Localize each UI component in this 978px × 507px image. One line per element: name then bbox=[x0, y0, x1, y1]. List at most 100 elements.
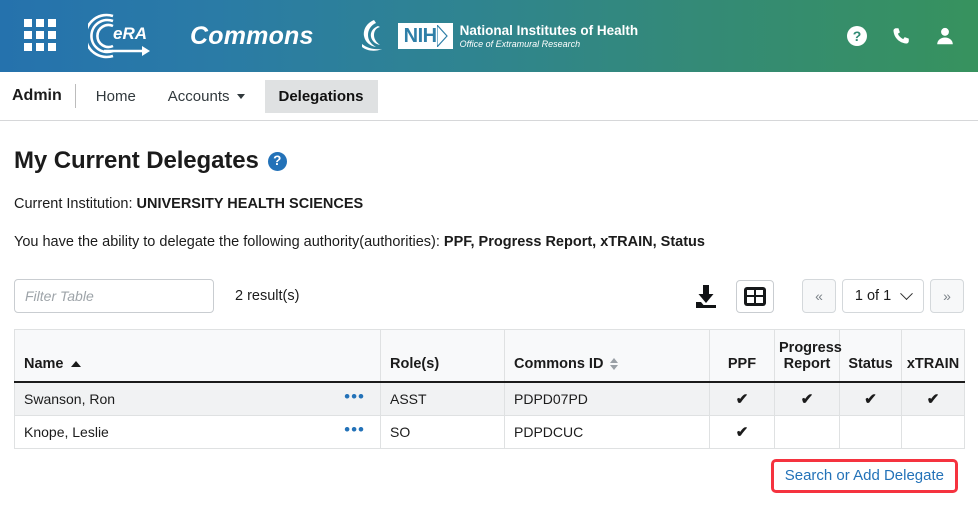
delegates-table-wrapper: Name Role(s) Commons ID bbox=[14, 329, 964, 449]
page-title-text: My Current Delegates bbox=[14, 147, 259, 175]
cell-xtrain bbox=[902, 415, 965, 448]
cell-roles: ASST bbox=[381, 382, 505, 416]
cell-commons-id: PDPDCUC bbox=[505, 415, 710, 448]
row-actions-menu-icon[interactable]: ••• bbox=[338, 392, 371, 406]
app-grid-cell bbox=[36, 31, 44, 39]
check-icon: ✔ bbox=[864, 391, 877, 408]
check-icon: ✔ bbox=[736, 424, 749, 441]
nih-chevron-icon bbox=[437, 25, 448, 47]
current-institution-value: UNIVERSITY HEALTH SCIENCES bbox=[137, 196, 364, 212]
grid-cell bbox=[756, 290, 763, 296]
column-header-xtrain-label: xTRAIN bbox=[907, 356, 959, 372]
svg-text:?: ? bbox=[853, 28, 862, 44]
column-header-ppf-label: PPF bbox=[728, 356, 756, 372]
cell-commons-id: PDPD07PD bbox=[505, 382, 710, 416]
cell-progress-report bbox=[775, 415, 840, 448]
app-grid-icon[interactable] bbox=[24, 19, 58, 53]
nav-item-delegations-label: Delegations bbox=[279, 88, 364, 105]
phone-icon[interactable] bbox=[890, 25, 912, 47]
delegable-authorities: You have the ability to delegate the fol… bbox=[14, 234, 964, 250]
app-grid-cell bbox=[36, 43, 44, 51]
filter-table-input[interactable] bbox=[14, 279, 214, 313]
result-count: 2 result(s) bbox=[235, 288, 299, 304]
main-content: My Current Delegates ? Current Instituti… bbox=[0, 147, 978, 493]
cell-status: ✔ bbox=[840, 382, 902, 416]
table-toolbar: 2 result(s) « 1 o bbox=[14, 279, 964, 313]
pagination-next-button[interactable]: » bbox=[930, 279, 964, 313]
nih-badge: NIH bbox=[398, 23, 453, 49]
check-icon: ✔ bbox=[801, 391, 814, 408]
delegable-authorities-value: PPF, Progress Report, xTRAIN, Status bbox=[444, 234, 705, 250]
nav-section-admin: Admin bbox=[6, 87, 75, 105]
column-header-ppf[interactable]: PPF bbox=[710, 330, 775, 382]
toolbar-actions: « 1 of 1 » bbox=[690, 279, 964, 313]
column-header-commons-id[interactable]: Commons ID bbox=[505, 330, 710, 382]
user-account-icon[interactable] bbox=[934, 25, 956, 47]
table-header-row: Name Role(s) Commons ID bbox=[15, 330, 965, 382]
table-row[interactable]: Swanson, Ron ••• ASST PDPD07PD ✔ ✔ ✔ bbox=[15, 382, 965, 416]
column-header-commons-id-label: Commons ID bbox=[514, 356, 603, 372]
chevron-down-icon bbox=[900, 287, 913, 300]
svg-text:eRA: eRA bbox=[113, 24, 147, 43]
nih-logo: NIH National Institutes of Health Office… bbox=[398, 23, 638, 49]
cell-name-text: Knope, Leslie bbox=[24, 424, 338, 440]
nih-text-block: National Institutes of Health Office of … bbox=[460, 23, 639, 48]
app-grid-cell bbox=[48, 43, 56, 51]
pagination-prev-button[interactable]: « bbox=[802, 279, 836, 313]
hhs-seal-icon bbox=[354, 17, 388, 55]
column-header-status[interactable]: Status bbox=[840, 330, 902, 382]
download-icon[interactable] bbox=[690, 280, 722, 312]
brand-header: eRA Commons NIH National Institutes of H… bbox=[0, 0, 978, 72]
column-header-name-label: Name bbox=[24, 356, 64, 372]
cell-ppf: ✔ bbox=[710, 382, 775, 416]
app-grid-cell bbox=[48, 31, 56, 39]
delegable-authorities-label: You have the ability to delegate the fol… bbox=[14, 234, 440, 250]
header-icon-group: ? bbox=[846, 0, 956, 72]
product-name: Commons bbox=[190, 22, 314, 51]
column-header-roles[interactable]: Role(s) bbox=[381, 330, 505, 382]
table-view-toggle-button[interactable] bbox=[736, 280, 774, 313]
nav-item-accounts-label: Accounts bbox=[168, 88, 230, 105]
page-help-icon[interactable]: ? bbox=[268, 152, 287, 171]
column-header-status-label: Status bbox=[848, 356, 892, 372]
cell-xtrain: ✔ bbox=[902, 382, 965, 416]
nav-item-delegations[interactable]: Delegations bbox=[265, 80, 378, 113]
nav-item-home[interactable]: Home bbox=[84, 81, 148, 112]
table-header: Name Role(s) Commons ID bbox=[15, 330, 965, 382]
chevron-down-icon bbox=[237, 94, 245, 99]
nav-item-home-label: Home bbox=[96, 88, 136, 105]
current-institution-label: Current Institution: bbox=[14, 196, 132, 212]
pagination-page-label: 1 of 1 bbox=[855, 288, 891, 304]
check-icon: ✔ bbox=[736, 391, 749, 408]
search-or-add-delegate-link[interactable]: Search or Add Delegate bbox=[785, 467, 944, 484]
column-header-xtrain[interactable]: xTRAIN bbox=[902, 330, 965, 382]
era-logo-icon[interactable]: eRA bbox=[88, 11, 156, 61]
main-navigation: Admin Home Accounts Delegations bbox=[0, 72, 978, 121]
cell-name-text: Swanson, Ron bbox=[24, 391, 338, 407]
help-icon[interactable]: ? bbox=[846, 25, 868, 47]
page-title: My Current Delegates ? bbox=[14, 147, 964, 175]
table-footer-actions: Search or Add Delegate bbox=[14, 459, 964, 493]
grid-cell bbox=[747, 290, 754, 296]
pagination: « 1 of 1 » bbox=[802, 279, 964, 313]
cell-progress-report: ✔ bbox=[775, 382, 840, 416]
nav-item-accounts[interactable]: Accounts bbox=[156, 81, 257, 112]
nih-subtitle: Office of Extramural Research bbox=[460, 39, 639, 49]
sort-up-arrow bbox=[610, 358, 618, 363]
pagination-page-select[interactable]: 1 of 1 bbox=[842, 279, 924, 313]
app-grid-cell bbox=[36, 19, 44, 27]
annotation-highlight-box: Search or Add Delegate bbox=[771, 459, 958, 493]
cell-status bbox=[840, 415, 902, 448]
app-grid-cell bbox=[24, 19, 32, 27]
table-view-icon bbox=[744, 287, 766, 306]
column-header-progress-report[interactable]: Progress Report bbox=[775, 330, 840, 382]
cell-roles: SO bbox=[381, 415, 505, 448]
cell-name: Swanson, Ron ••• bbox=[15, 382, 381, 416]
table-row[interactable]: Knope, Leslie ••• SO PDPDCUC ✔ bbox=[15, 415, 965, 448]
sort-both-icon bbox=[610, 358, 618, 370]
cell-ppf: ✔ bbox=[710, 415, 775, 448]
column-header-name[interactable]: Name bbox=[15, 330, 381, 382]
row-actions-menu-icon[interactable]: ••• bbox=[338, 425, 371, 439]
nih-title: National Institutes of Health bbox=[460, 23, 639, 38]
check-icon: ✔ bbox=[927, 391, 940, 408]
